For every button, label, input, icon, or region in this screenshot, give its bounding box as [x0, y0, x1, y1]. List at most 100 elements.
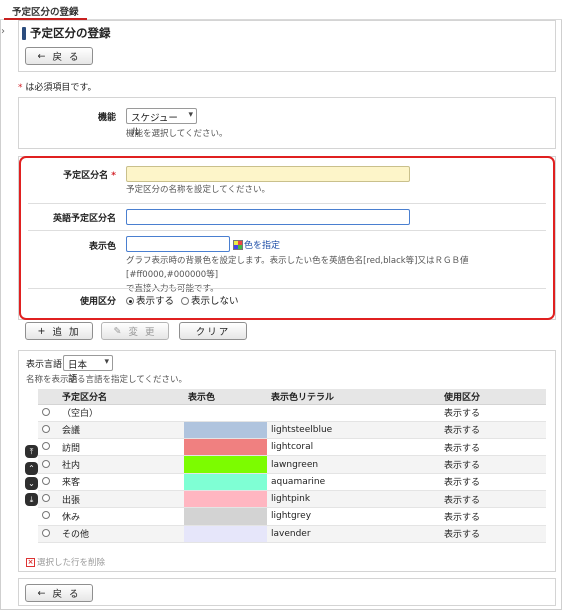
table-header: 予定区分名 表示色 表示色リテラル 使用区分 [38, 389, 546, 405]
tab-register-category[interactable]: 予定区分の登録 [4, 2, 87, 20]
display-color-label: 表示色 [88, 242, 116, 252]
col-literal: 表示色リテラル [267, 389, 440, 405]
row-usage: 表示する [440, 421, 546, 440]
language-label: 表示言語 [26, 360, 63, 370]
row-usage: 表示する [440, 455, 546, 474]
function-select[interactable]: スケジュール [126, 108, 197, 138]
row-select-radio[interactable] [42, 494, 50, 503]
page-title: 予定区分の登録 [22, 25, 111, 41]
add-button[interactable]: + 追 加 [25, 322, 93, 340]
color-picker-link[interactable]: 色を指定 [233, 238, 280, 251]
radio-selected-icon [126, 297, 134, 305]
row-select-radio[interactable] [42, 459, 50, 468]
row-name: 会議 [58, 421, 184, 440]
move-up-icon[interactable]: ⌃ [25, 462, 38, 475]
row-name: （空白） [58, 404, 184, 422]
col-color: 表示色 [184, 389, 267, 405]
usage-label: 使用区分 [79, 297, 116, 307]
row-literal: lavender [267, 525, 440, 543]
delete-icon: × [26, 557, 35, 567]
row-select-radio[interactable] [42, 424, 50, 433]
back-arrow-icon: ← [37, 50, 48, 62]
footer-panel [18, 578, 556, 606]
row-name: 来客 [58, 473, 184, 491]
pencil-icon: ✎ [113, 325, 124, 337]
name-input[interactable] [126, 166, 410, 182]
row-literal: lightgrey [267, 507, 440, 526]
col-name: 予定区分名 [58, 389, 184, 405]
clear-button[interactable]: クリア [179, 322, 247, 340]
delete-rows-link[interactable]: × 選択した行を削除 [26, 556, 105, 568]
back-button-top[interactable]: ← 戻 る [25, 47, 93, 65]
name-help: 予定区分の名称を設定してください。 [126, 185, 270, 195]
row-name: 社内 [58, 455, 184, 474]
row-color-swatch [184, 507, 267, 526]
table-row[interactable]: その他 lavender 表示する [38, 525, 546, 543]
page-title-text: 予定区分の登録 [30, 26, 111, 40]
tab-bar: 予定区分の登録 [0, 0, 562, 20]
plus-icon: + [37, 325, 48, 337]
row-color-swatch [184, 525, 267, 543]
row-select-radio[interactable] [42, 442, 50, 451]
move-bottom-icon[interactable]: ⤓ [25, 493, 38, 506]
change-button[interactable]: ✎ 変 更 [101, 322, 169, 340]
usage-hide-radio[interactable]: 表示しない [181, 296, 239, 307]
english-name-input[interactable] [126, 209, 410, 225]
back-arrow-icon: ← [37, 587, 48, 599]
row-color-swatch [184, 455, 267, 474]
row-name: 訪問 [58, 438, 184, 457]
row-color-swatch [184, 438, 267, 457]
table-row[interactable]: 出張 lightpink 表示する [38, 490, 546, 509]
function-panel [18, 97, 556, 149]
function-help: 機能を選択してください。 [126, 129, 228, 139]
usage-show-radio[interactable]: 表示する [126, 296, 174, 307]
row-usage: 表示する [440, 473, 546, 491]
usage-options: 表示する 表示しない [126, 293, 239, 307]
row-select-radio[interactable] [42, 476, 50, 485]
row-literal: lawngreen [267, 455, 440, 474]
col-usage: 使用区分 [440, 389, 546, 405]
move-down-icon[interactable]: ⌄ [25, 477, 38, 490]
display-color-input[interactable] [126, 236, 230, 252]
row-select-radio[interactable] [42, 511, 50, 520]
row-literal: lightsteelblue [267, 421, 440, 440]
category-table: 予定区分名 表示色 表示色リテラル 使用区分 （空白） 表示する 会議 lightst… [38, 389, 546, 543]
display-color-help: グラフ表示時の背景色を設定します。表示したい色を英語色名[red,black等]… [126, 256, 469, 294]
divider [28, 230, 546, 231]
row-select-radio[interactable] [42, 407, 50, 416]
divider [28, 288, 546, 289]
row-name: 出張 [58, 490, 184, 509]
radio-icon [181, 297, 190, 305]
sidebar-toggle-icon[interactable]: › [1, 26, 5, 37]
english-name-label: 英語予定区分名 [52, 214, 116, 224]
row-color-swatch [184, 490, 267, 509]
required-note: * は必須項目です。 [18, 83, 97, 93]
row-usage: 表示する [440, 490, 546, 509]
table-row[interactable]: （空白） 表示する [38, 404, 546, 422]
language-select[interactable]: 日本語 [63, 355, 113, 385]
row-usage: 表示する [440, 438, 546, 457]
table-row[interactable]: 訪問 lightcoral 表示する [38, 438, 546, 457]
row-color-swatch [184, 404, 267, 422]
palette-icon [233, 239, 243, 250]
table-row[interactable]: 来客 aquamarine 表示する [38, 473, 546, 491]
language-help: 名称を表示する言語を指定してください。 [26, 375, 187, 385]
row-select-radio[interactable] [42, 528, 50, 537]
table-row[interactable]: 社内 lawngreen 表示する [38, 455, 546, 474]
row-name: その他 [58, 525, 184, 543]
row-literal: lightcoral [267, 438, 440, 457]
table-row[interactable]: 会議 lightsteelblue 表示する [38, 421, 546, 440]
row-literal: aquamarine [267, 473, 440, 491]
move-top-icon[interactable]: ⤒ [25, 445, 38, 458]
row-color-swatch [184, 421, 267, 440]
function-label: 機能 [97, 113, 116, 123]
row-usage: 表示する [440, 507, 546, 526]
row-usage: 表示する [440, 525, 546, 543]
name-label: 予定区分名 * [63, 171, 116, 181]
row-usage: 表示する [440, 404, 546, 422]
row-literal [267, 404, 440, 422]
title-mark-icon [22, 26, 26, 40]
table-row[interactable]: 休み lightgrey 表示する [38, 507, 546, 526]
row-literal: lightpink [267, 490, 440, 509]
back-button-bottom[interactable]: ← 戻 る [25, 584, 93, 602]
